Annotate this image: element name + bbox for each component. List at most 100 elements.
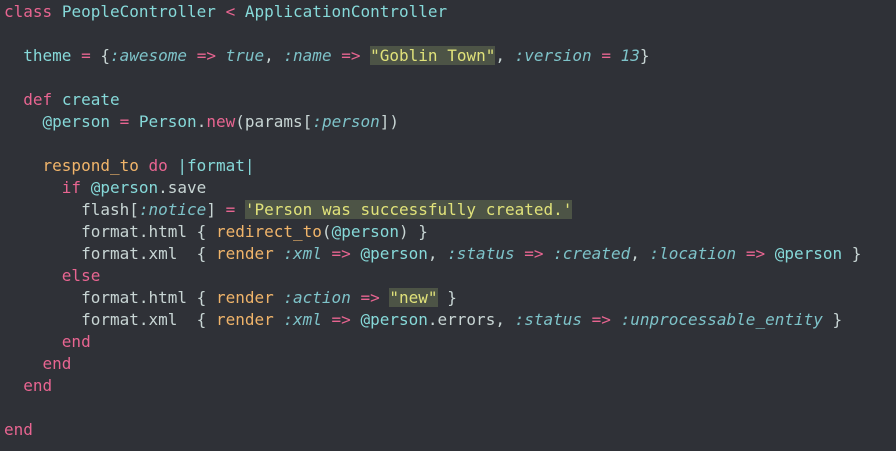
method-name-create: create xyxy=(61,90,120,109)
brace-close: } xyxy=(639,46,650,65)
hash-rocket: => xyxy=(360,288,380,307)
ivar-person: @person xyxy=(360,244,428,263)
code-line-1: class PeopleController < ApplicationCont… xyxy=(0,1,896,23)
keyword-end: end xyxy=(4,420,33,439)
hash-rocket: => xyxy=(341,46,361,65)
code-line-13: else xyxy=(0,265,896,287)
code-line-16: end xyxy=(0,331,896,353)
ivar-person: @person xyxy=(90,178,159,197)
symbol-xml: :xml xyxy=(283,244,322,263)
code-line-3: theme = {:awesome => true, :name => "Gob… xyxy=(0,45,896,67)
number-13: 13 xyxy=(620,46,640,65)
hash-rocket: => xyxy=(591,310,611,329)
assign-operator: = xyxy=(81,46,91,65)
keyword-class: class xyxy=(4,2,53,21)
ivar-person: @person xyxy=(42,112,110,131)
string-new: "new" xyxy=(389,288,438,307)
symbol-created: :created xyxy=(553,244,631,263)
brace-open: { xyxy=(196,288,207,307)
code-line-15: format.xml { render :xml => @person.erro… xyxy=(0,309,896,331)
ivar-person: @person xyxy=(360,310,428,329)
method-render: render xyxy=(215,244,274,263)
format-xml: format.xml xyxy=(81,244,178,263)
hash-rocket: => xyxy=(196,46,216,65)
assign-operator: = xyxy=(601,46,611,65)
symbol-unprocessable-entity: :unprocessable_entity xyxy=(620,310,823,329)
keyword-end: end xyxy=(23,376,53,395)
string-goblin-town: "Goblin Town" xyxy=(370,46,496,65)
constant-person: Person xyxy=(138,112,197,131)
brace-close: } xyxy=(418,222,428,241)
code-line-18: end xyxy=(0,375,896,397)
hash-rocket: => xyxy=(524,244,544,263)
paren-open: ( xyxy=(321,222,332,241)
method-save: .save xyxy=(158,178,207,197)
inherit-operator: < xyxy=(225,2,236,21)
symbol-status: :status xyxy=(514,310,583,329)
brace-open: { xyxy=(100,46,110,65)
code-editor[interactable]: class PeopleController < ApplicationCont… xyxy=(0,0,896,451)
symbol-location: :location xyxy=(649,244,737,263)
code-line-11: format.html { redirect_to(@person) } xyxy=(0,221,896,243)
bracket-close: ]) xyxy=(379,112,400,131)
code-line-6: @person = Person.new(params[:person]) xyxy=(0,111,896,133)
format-html: format.html xyxy=(81,222,188,241)
code-line-14: format.html { render :action => "new" } xyxy=(0,287,896,309)
symbol-version: :version xyxy=(514,46,592,65)
keyword-do: do xyxy=(148,156,168,175)
keyword-if: if xyxy=(61,178,82,197)
code-line-17: end xyxy=(0,353,896,375)
keyword-end: end xyxy=(42,354,72,373)
code-line-10: flash[:notice] = 'Person was successfull… xyxy=(0,199,896,221)
superclass-name: ApplicationController xyxy=(244,2,448,21)
code-line-9: if @person.save xyxy=(0,177,896,199)
paren-open: ( xyxy=(235,112,245,131)
dot: . xyxy=(196,112,207,131)
hash-rocket: => xyxy=(331,310,351,329)
code-line-12: format.xml { render :xml => @person, :st… xyxy=(0,243,896,265)
comma: , xyxy=(427,244,448,263)
method-new: new xyxy=(206,112,236,131)
ivar-person: @person xyxy=(331,222,399,241)
brace-close: } xyxy=(832,310,843,329)
symbol-awesome: :awesome xyxy=(110,46,188,65)
variable-theme: theme xyxy=(23,46,72,65)
method-respond-to: respond_to xyxy=(42,156,139,175)
